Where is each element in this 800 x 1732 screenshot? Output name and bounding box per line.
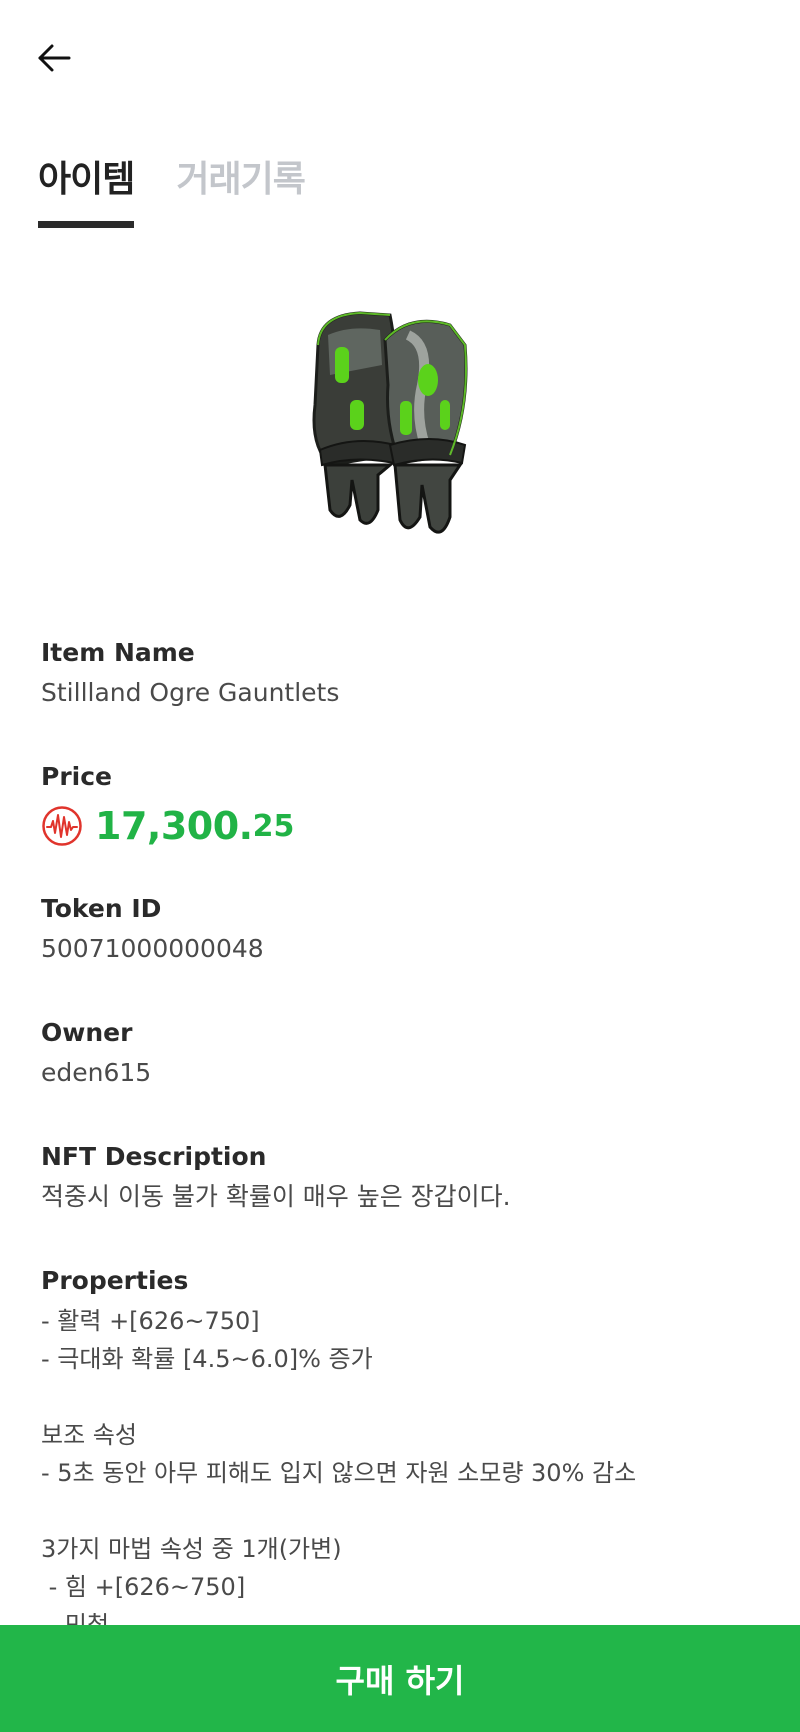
property-line: - 5초 동안 아무 피해도 입지 않으면 자원 소모량 30% 감소 <box>41 1459 637 1487</box>
properties-label: Properties <box>41 1266 189 1295</box>
tab-trade-history[interactable]: 거래기록 <box>176 150 305 220</box>
buy-button[interactable]: 구매 하기 <box>0 1625 800 1732</box>
magic-properties-title: 3가지 마법 속성 중 1개(가변) <box>41 1535 342 1563</box>
owner-value: eden615 <box>41 1058 152 1087</box>
buy-button-label: 구매 하기 <box>335 1661 465 1700</box>
token-id-field: Token ID 50071000000048 <box>41 892 760 966</box>
price-value: 17,300. <box>95 804 253 848</box>
tab-item[interactable]: 아이템 <box>38 150 135 228</box>
property-line: - 힘 +[626~750] <box>41 1573 246 1601</box>
item-image <box>290 305 510 565</box>
nft-description-label: NFT Description <box>41 1142 267 1171</box>
price-field: Price 17,300. 25 <box>41 760 760 848</box>
token-id-label: Token ID <box>41 894 162 923</box>
price-decimal: 25 <box>252 808 295 844</box>
sub-properties-title: 보조 속성 <box>41 1421 137 1449</box>
currency-waveform-icon <box>42 806 82 846</box>
properties-field: Properties - 활력 +[626~750] - 극대화 확률 [4.5… <box>41 1264 760 1644</box>
owner-label: Owner <box>41 1018 133 1047</box>
property-line: - 활력 +[626~750] <box>41 1307 260 1335</box>
item-name-value: Stillland Ogre Gauntlets <box>41 678 340 707</box>
item-info: Item Name Stillland Ogre Gauntlets Price… <box>41 636 760 1694</box>
item-name-field: Item Name Stillland Ogre Gauntlets <box>41 636 760 710</box>
owner-field: Owner eden615 <box>41 1016 760 1090</box>
property-line: - 극대화 확률 [4.5~6.0]% 증가 <box>41 1345 373 1373</box>
price-row: 17,300. 25 <box>41 804 760 848</box>
nft-description-field: NFT Description 적중시 이동 불가 확률이 매우 높은 장갑이다… <box>41 1140 760 1214</box>
back-button[interactable] <box>32 36 76 80</box>
nft-description-value: 적중시 이동 불가 확률이 매우 높은 장갑이다. <box>41 1182 511 1211</box>
arrow-left-icon <box>38 44 71 72</box>
token-id-value: 50071000000048 <box>41 934 264 963</box>
green-gauntlets-image <box>312 311 468 534</box>
tab-bar: 아이템 거래기록 <box>38 150 306 228</box>
item-name-label: Item Name <box>41 638 195 667</box>
price-label: Price <box>41 762 112 791</box>
